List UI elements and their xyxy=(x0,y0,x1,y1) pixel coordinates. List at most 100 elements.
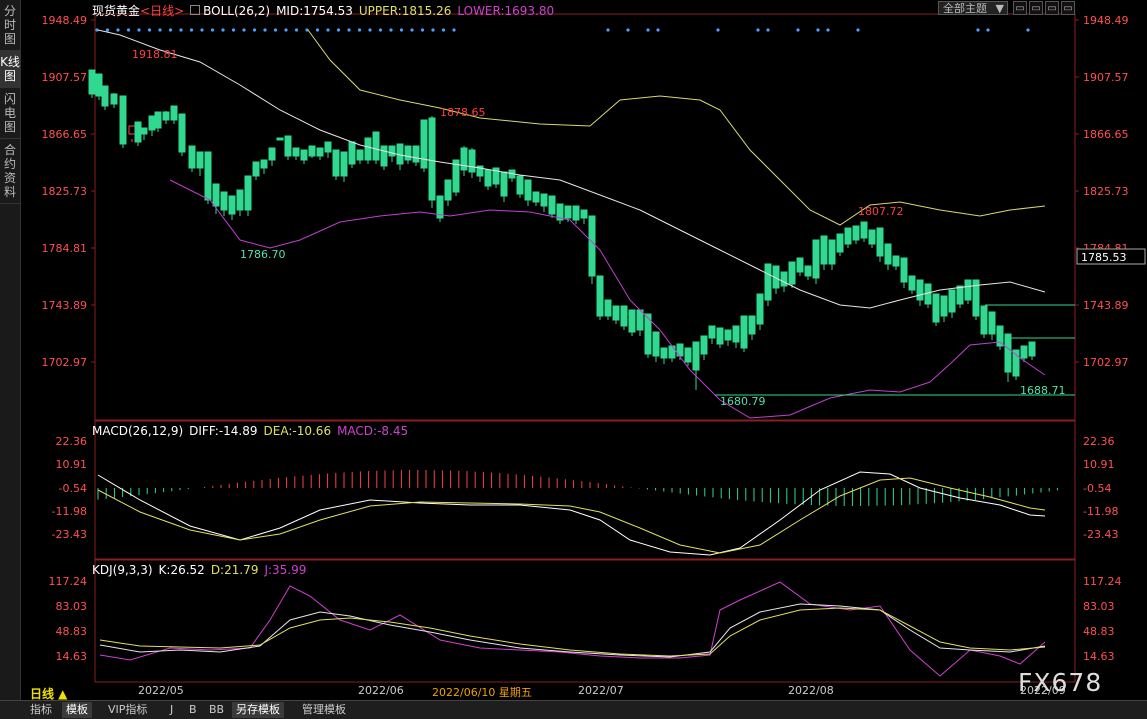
macd-value: MACD:-8.45 xyxy=(337,424,409,438)
candle-body xyxy=(764,263,772,301)
tab-manage-templates[interactable]: 管理模板 xyxy=(298,702,350,718)
candle-body xyxy=(88,69,96,95)
candle-body xyxy=(948,289,956,313)
chevron-down-icon: ▼ xyxy=(995,2,1004,15)
event-dot xyxy=(441,28,446,32)
price-tick-label: 1743.89 xyxy=(1083,299,1129,312)
kdj-k: K:26.52 xyxy=(158,563,205,577)
candle-body xyxy=(692,341,700,371)
candle-body xyxy=(868,229,876,245)
event-dot xyxy=(189,28,194,32)
tab-b[interactable]: B xyxy=(185,702,201,718)
candle-body xyxy=(956,285,964,305)
tab-j[interactable]: J xyxy=(166,702,177,718)
tab-kline[interactable]: K线图 xyxy=(0,51,20,88)
candle-body xyxy=(204,151,212,201)
candle-body xyxy=(154,111,162,129)
candle-body xyxy=(332,149,340,177)
low-annotation: 1680.79 xyxy=(720,395,766,408)
candle-body xyxy=(588,215,596,277)
tab-time-sharing[interactable]: 分时图 xyxy=(0,0,20,51)
candle-body xyxy=(844,227,852,245)
candle-body xyxy=(740,315,748,349)
candle-body xyxy=(460,147,468,171)
tab-contract-info[interactable]: 合约资料 xyxy=(0,139,20,204)
macd-tick-label: -11.98 xyxy=(52,505,87,518)
macd-header: MACD(26,12,9) DIFF:-14.89 DEA:-10.66 MACD:-… xyxy=(92,424,414,438)
chart-icon xyxy=(190,5,201,15)
candle-body xyxy=(412,145,420,163)
sidebar: 分时图 K线图 闪电图 合约资料 xyxy=(0,0,21,700)
macd-label: MACD(26,12,9) xyxy=(92,424,184,438)
low-annotation: 1688.71 xyxy=(1020,384,1066,397)
event-dot xyxy=(399,28,404,32)
candle-body xyxy=(170,105,178,121)
template-select[interactable]: 全部主题 ▼ xyxy=(938,1,1008,15)
macd-tick-label: -23.43 xyxy=(52,528,87,541)
window-button-3[interactable]: ▭ xyxy=(1045,1,1059,15)
kdj-header: KDJ(9,3,3) K:26.52 D:21.79 J:35.99 xyxy=(92,563,312,577)
price-tick-label: 1743.89 xyxy=(42,299,88,312)
date-label: 2022/05 xyxy=(138,684,184,697)
tab-templates[interactable]: 模板 xyxy=(62,702,92,718)
candle-body xyxy=(580,209,588,219)
candle-body xyxy=(1028,341,1036,357)
boll-lower-line xyxy=(169,179,1046,419)
event-dot xyxy=(326,28,330,32)
tab-bb[interactable]: BB xyxy=(205,702,228,718)
candle-body xyxy=(732,325,740,343)
price-tick-label: 1784.81 xyxy=(42,242,88,255)
event-dot xyxy=(856,28,860,32)
window-button-4[interactable]: ▭ xyxy=(1061,1,1075,15)
candle-body xyxy=(804,265,812,277)
price-tick-label: 1866.65 xyxy=(42,128,88,141)
candle-body xyxy=(252,161,260,177)
candle-body xyxy=(140,127,148,135)
event-dot xyxy=(263,28,267,32)
candle-body xyxy=(148,115,156,131)
event-dot xyxy=(137,28,141,32)
kdj-tick-label: 14.63 xyxy=(1083,650,1115,663)
event-dot xyxy=(1026,28,1030,32)
event-dot xyxy=(986,28,990,32)
window-button-1[interactable]: ▭ xyxy=(1013,1,1027,15)
boll-mid: MID:1754.53 xyxy=(276,4,353,18)
candle-body xyxy=(908,275,916,291)
kdj-j-line xyxy=(99,581,1046,677)
candle-body xyxy=(932,293,940,323)
kdj-tick-label: 117.24 xyxy=(49,575,88,588)
candle-body xyxy=(212,183,220,207)
candle-body xyxy=(996,325,1004,347)
candle-body xyxy=(308,145,316,157)
candle-body xyxy=(652,331,660,357)
candle-body xyxy=(500,171,508,197)
boll-label: BOLL(26,2) xyxy=(203,4,271,18)
tab-lightning[interactable]: 闪电图 xyxy=(0,88,20,139)
tab-indicators[interactable]: 指标 xyxy=(26,702,56,718)
event-dot xyxy=(221,28,225,32)
event-dot xyxy=(431,28,435,32)
candle-body xyxy=(756,293,764,325)
candle-body xyxy=(540,193,548,207)
candle-body xyxy=(964,279,972,301)
macd-tick-label: 10.91 xyxy=(1083,458,1115,471)
chart-area[interactable]: 1948.49 1948.49 1907.57 1907.57 1866.65 1866.… xyxy=(20,0,1147,700)
boll-upper: UPPER:1815.26 xyxy=(358,4,452,18)
candle-body xyxy=(660,347,668,359)
price-tick-label: 1702.97 xyxy=(42,356,88,369)
candle-body xyxy=(876,227,884,257)
candle-body xyxy=(820,235,828,265)
tab-save-template[interactable]: 另存模板 xyxy=(232,702,284,718)
candle-body xyxy=(284,135,292,157)
candle-body xyxy=(788,261,796,285)
price-tick-label: 1866.65 xyxy=(1083,128,1129,141)
candle-body xyxy=(620,305,628,327)
candle-body xyxy=(812,239,820,279)
event-dot xyxy=(179,28,183,32)
event-dot xyxy=(284,28,288,32)
date-label: 2022/07 xyxy=(578,684,624,697)
kdj-j: J:35.99 xyxy=(264,563,307,577)
tab-vip-indicators[interactable]: VIP指标 xyxy=(104,702,151,718)
candle-body xyxy=(724,329,732,341)
window-button-2[interactable]: ▭ xyxy=(1029,1,1043,15)
